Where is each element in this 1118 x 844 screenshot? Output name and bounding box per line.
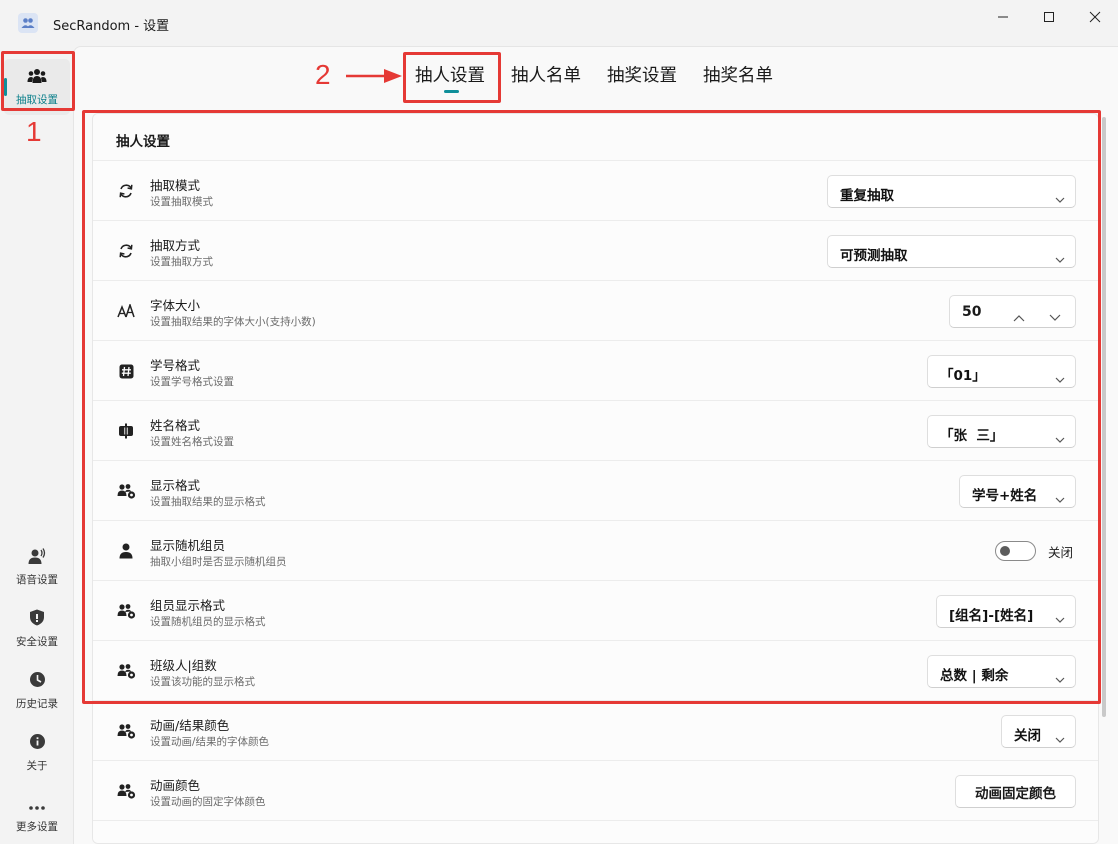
title-bar: SecRandom - 设置 xyxy=(0,0,1118,46)
annotation-arrow-icon xyxy=(346,69,402,83)
sidebar-item-about[interactable]: 关于 xyxy=(4,725,70,781)
setting-title: 动画/结果颜色 xyxy=(150,718,230,733)
maximize-icon[interactable] xyxy=(1026,0,1072,34)
setting-row-animation-result-color: 动画/结果颜色 设置动画/结果的字体颜色 关闭 xyxy=(93,701,1098,761)
people-view-icon xyxy=(116,721,136,741)
dropdown-value: 关闭 xyxy=(1014,728,1041,744)
close-icon[interactable] xyxy=(1072,0,1118,34)
minimize-icon[interactable] xyxy=(980,0,1026,34)
sidebar-item-more-settings[interactable]: 更多设置 xyxy=(4,787,70,843)
sidebar-item-voice-settings[interactable]: 语音设置 xyxy=(4,539,70,595)
history-icon xyxy=(29,671,46,692)
voice-icon xyxy=(28,547,46,568)
setting-description: 设置动画/结果的字体颜色 xyxy=(150,736,270,748)
setting-row-partial xyxy=(93,821,1098,843)
sidebar-item-label: 更多设置 xyxy=(16,821,58,833)
window-title: SecRandom - 设置 xyxy=(53,19,170,34)
annotation-number-1: 1 xyxy=(26,116,42,147)
annotation-number-2: 2 xyxy=(315,59,331,90)
setting-row-animation-color: 动画颜色 设置动画的固定字体颜色 动画固定颜色 xyxy=(93,761,1098,821)
annotation-box-settings-area xyxy=(82,110,1101,704)
setting-description: 设置动画的固定字体颜色 xyxy=(150,796,266,808)
shield-icon xyxy=(29,609,45,630)
sidebar-item-label: 语音设置 xyxy=(16,573,58,586)
info-icon xyxy=(29,733,46,754)
people-view-icon xyxy=(116,781,136,801)
more-icon xyxy=(29,796,45,815)
scrollbar[interactable] xyxy=(1102,117,1106,717)
tab-draw-person-list[interactable]: 抽人名单 xyxy=(511,62,581,87)
sidebar-item-label: 历史记录 xyxy=(16,698,58,710)
sidebar-item-label: 安全设置 xyxy=(16,636,58,648)
animation-fixed-color-button[interactable]: 动画固定颜色 xyxy=(955,775,1076,808)
tab-lottery-list[interactable]: 抽奖名单 xyxy=(703,62,773,87)
annotation-box-1 xyxy=(1,51,75,111)
tab-lottery-settings[interactable]: 抽奖设置 xyxy=(607,62,677,87)
setting-title: 动画颜色 xyxy=(150,778,201,793)
animation-result-color-dropdown[interactable]: 关闭 xyxy=(1001,715,1076,748)
sidebar-item-label: 关于 xyxy=(26,760,48,772)
sidebar-item-history[interactable]: 历史记录 xyxy=(4,663,70,719)
sidebar-item-security-settings[interactable]: 安全设置 xyxy=(4,601,70,657)
annotation-box-2 xyxy=(403,52,501,103)
chevron-down-icon xyxy=(1055,728,1065,747)
sidebar: 抽取设置 语音设置 安全设置 历史记录 关于 更多设置 xyxy=(0,46,73,844)
app-icon xyxy=(18,13,38,33)
